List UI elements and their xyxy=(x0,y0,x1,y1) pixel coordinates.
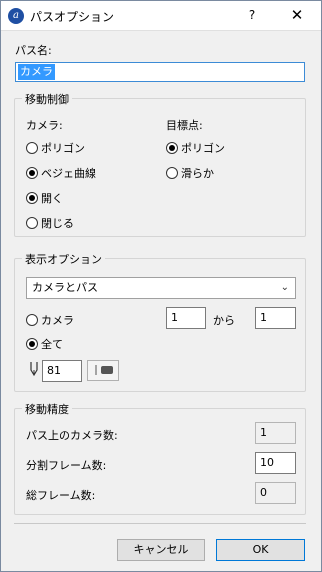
radio-circle[interactable] xyxy=(26,314,38,326)
from-input[interactable]: 1 xyxy=(166,307,206,329)
movement-control-title: 移動制御 xyxy=(22,91,72,107)
close-button[interactable]: ✕ xyxy=(284,5,310,25)
radio-label: 開く xyxy=(41,192,63,205)
total-frames-value: 0 xyxy=(255,482,296,504)
split-frames-label: 分割フレーム数: xyxy=(26,459,107,472)
display-mode-select[interactable]: カメラとパス ⌄ xyxy=(26,277,296,299)
radio-circle[interactable] xyxy=(26,142,38,154)
radio-circle[interactable] xyxy=(166,142,178,154)
radio-label: ベジェ曲線 xyxy=(41,167,96,180)
cameras-on-path-value: 1 xyxy=(255,422,296,444)
radio-label: カメラ xyxy=(41,314,74,327)
radio-label: 滑らか xyxy=(181,167,214,180)
movement-precision-title: 移動精度 xyxy=(22,401,72,417)
target-label: 目標点: xyxy=(166,119,203,132)
radio-circle[interactable] xyxy=(26,167,38,179)
split-frames-input[interactable]: 10 xyxy=(255,452,296,474)
radio-label: 全て xyxy=(41,338,63,351)
cameras-on-path-label: パス上のカメラ数: xyxy=(26,429,118,442)
radio-circle[interactable] xyxy=(26,192,38,204)
footer-divider xyxy=(14,523,306,524)
camera-bezier-radio[interactable]: ベジェ曲線 xyxy=(26,165,96,181)
ok-button[interactable]: OK xyxy=(216,539,305,561)
path-name-label: パス名: xyxy=(15,44,52,57)
from-label: から xyxy=(213,314,235,327)
radio-label: 閉じる xyxy=(41,217,74,230)
total-frames-label: 総フレーム数: xyxy=(26,489,96,502)
display-options-title: 表示オプション xyxy=(22,251,105,267)
to-input[interactable]: 1 xyxy=(255,307,296,329)
radio-label: ポリゴン xyxy=(41,142,85,155)
path-name-input[interactable]: カメラ xyxy=(15,62,305,82)
pen-number-input[interactable]: 81 xyxy=(42,360,82,382)
target-smooth-radio[interactable]: 滑らか xyxy=(166,165,214,181)
cancel-button[interactable]: キャンセル xyxy=(117,539,205,561)
camera-polygon-radio[interactable]: ポリゴン xyxy=(26,140,85,156)
display-camera-radio[interactable]: カメラ xyxy=(26,312,74,328)
target-polygon-radio[interactable]: ポリゴン xyxy=(166,140,225,156)
camera-label: カメラ: xyxy=(26,119,63,132)
display-mode-value: カメラとパス xyxy=(32,281,98,294)
window-title: パスオプション xyxy=(30,10,115,24)
radio-label: ポリゴン xyxy=(181,142,225,155)
radio-circle[interactable] xyxy=(26,338,38,350)
radio-circle[interactable] xyxy=(166,167,178,179)
radio-circle[interactable] xyxy=(26,217,38,229)
display-all-radio[interactable]: 全て xyxy=(26,336,63,352)
chevron-down-icon: ⌄ xyxy=(280,282,289,293)
help-button[interactable]: ? xyxy=(240,5,264,25)
app-icon: a xyxy=(8,8,24,24)
path-name-value: カメラ xyxy=(18,64,55,80)
camera-closed-radio[interactable]: 閉じる xyxy=(26,215,74,231)
pen-icon xyxy=(27,361,41,377)
camera-open-radio[interactable]: 開く xyxy=(26,190,63,206)
pen-preview-button[interactable] xyxy=(87,360,119,381)
